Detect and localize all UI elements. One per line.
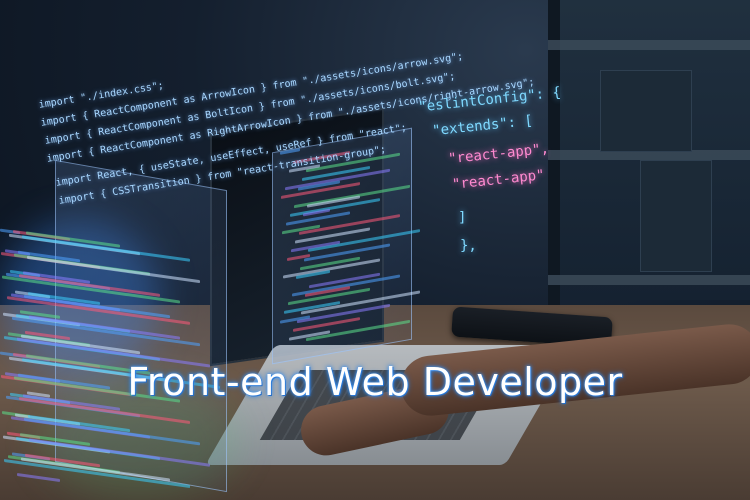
json-line: ] — [458, 210, 467, 226]
shelf-box — [640, 160, 712, 272]
json-line: "react-app", — [447, 140, 550, 168]
json-line: "react-app" — [451, 167, 546, 193]
shelf-box — [600, 70, 692, 152]
json-line: "extends": [ — [431, 112, 534, 140]
shelf-board — [548, 275, 750, 285]
shelf-board — [548, 40, 750, 50]
hero-image: import "./index.css"; import { ReactComp… — [0, 0, 750, 500]
headline: Front-end Web Developer — [127, 360, 623, 404]
json-line: }, — [460, 238, 477, 254]
